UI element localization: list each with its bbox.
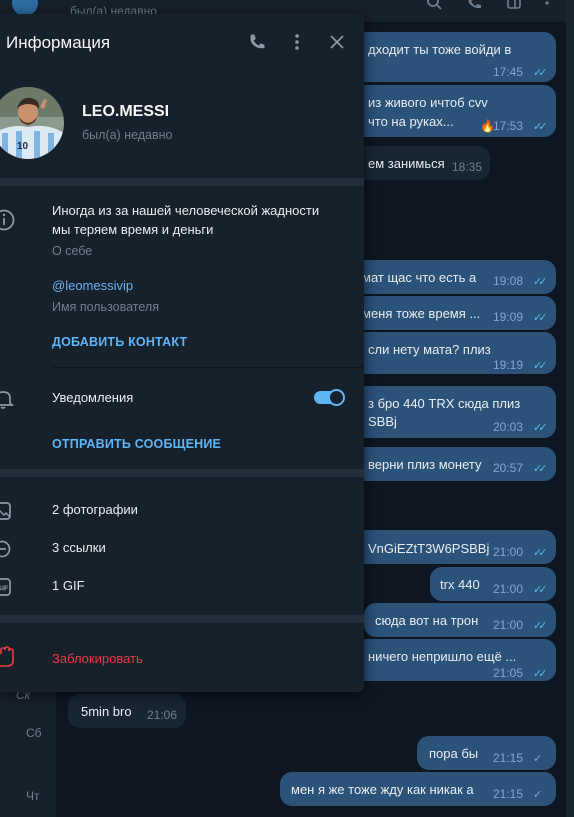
message-text: пора бы xyxy=(429,746,479,761)
info-panel: Информация 10 LEO.MESSI был(а) недавно И… xyxy=(0,14,364,692)
bio-text-line1: Иногда из за нашей человеческой жадности xyxy=(52,203,320,218)
read-check-icon: ✓✓ xyxy=(533,463,548,475)
svg-text:10: 10 xyxy=(17,141,29,152)
read-check-icon: ✓✓ xyxy=(533,620,548,632)
avatar[interactable]: 10 xyxy=(0,87,64,159)
sent-check-icon: ✓ xyxy=(533,789,542,801)
message-text: дходит ты тоже войди в xyxy=(368,42,512,57)
message-time: 21:00 xyxy=(493,582,524,596)
add-contact-button[interactable]: ДОБАВИТЬ КОНТАКТ xyxy=(52,335,187,349)
message-time: 19:09 xyxy=(493,310,524,324)
toggle-knob xyxy=(328,389,345,406)
day-label-thu: Чт xyxy=(26,789,40,803)
sent-check-icon: ✓ xyxy=(533,753,542,765)
message-text: ничего непришло ещё ... xyxy=(368,649,517,664)
message-bubble[interactable]: пора бы 21:15 ✓ xyxy=(417,736,556,770)
contact-name: LEO.MESSI xyxy=(82,103,170,120)
read-check-icon: ✓✓ xyxy=(533,121,548,133)
menu-icon[interactable] xyxy=(542,0,552,10)
scrollbar[interactable] xyxy=(566,0,574,817)
more-options-icon[interactable] xyxy=(290,33,304,51)
search-icon[interactable] xyxy=(426,0,442,10)
read-check-icon: ✓✓ xyxy=(533,547,548,559)
gif-item[interactable]: 1 GIF xyxy=(52,578,85,593)
section-divider xyxy=(0,469,364,477)
message-text-line2: SBBj xyxy=(368,414,397,429)
contact-status: был(а) недавно xyxy=(82,128,173,142)
read-check-icon: ✓✓ xyxy=(533,276,548,288)
message-bubble[interactable]: сюда вот на трон 21:00 ✓✓ xyxy=(364,603,556,637)
call-icon[interactable] xyxy=(248,33,266,51)
message-text: ем занимься xyxy=(368,156,445,171)
block-button[interactable]: Заблокировать xyxy=(52,651,143,666)
message-text: VnGiEZtT3W6PSBBj xyxy=(368,541,490,556)
message-text: меня тоже время ... xyxy=(362,306,481,321)
info-icon xyxy=(0,209,15,231)
call-icon[interactable] xyxy=(466,0,482,10)
message-text: trx 440 xyxy=(440,577,480,592)
message-text: мат щас что есть а xyxy=(362,270,477,285)
section-divider xyxy=(0,615,364,623)
message-text: 5min bro xyxy=(81,704,132,719)
day-label-sat: Сб xyxy=(26,726,42,740)
message-time: 21:00 xyxy=(493,618,524,632)
message-text: сли нету мата? плиз xyxy=(368,342,491,357)
message-bubble[interactable]: 5min bro 21:06 xyxy=(68,694,186,728)
gif-icon: GIF xyxy=(0,578,11,596)
message-time: 21:05 xyxy=(493,666,524,680)
svg-text:GIF: GIF xyxy=(0,586,9,593)
message-text-line2: что на руках... xyxy=(368,114,454,129)
message-time: 21:15 xyxy=(493,751,524,765)
bell-icon xyxy=(0,391,14,409)
read-check-icon: ✓✓ xyxy=(533,312,548,324)
message-bubble[interactable]: мен я же тоже жду как никак а 21:15 ✓ xyxy=(280,772,556,806)
message-text: сюда вот на трон xyxy=(375,613,479,628)
message-text: верни плиз монету xyxy=(368,457,482,472)
link-icon xyxy=(0,540,11,558)
message-text: из живого ичтоб cvv xyxy=(368,95,488,110)
message-bubble[interactable]: trx 440 21:00 ✓✓ xyxy=(430,567,556,601)
links-item[interactable]: 3 ссылки xyxy=(52,540,106,555)
bio-text-line2: мы теряем время и деньги xyxy=(52,222,214,237)
read-check-icon: ✓✓ xyxy=(533,67,548,79)
username-label: Имя пользователя xyxy=(52,300,159,314)
read-check-icon: ✓✓ xyxy=(533,360,548,372)
section-divider xyxy=(0,178,364,186)
username-link[interactable]: @leomessivip xyxy=(52,278,133,293)
panel-title: Информация xyxy=(6,33,111,52)
message-time: 20:57 xyxy=(493,461,524,475)
message-time: 17:45 xyxy=(493,65,524,79)
message-time: 19:08 xyxy=(493,274,524,288)
read-check-icon: ✓✓ xyxy=(533,584,548,596)
notifications-label: Уведомления xyxy=(52,390,134,405)
send-message-button[interactable]: ОТПРАВИТЬ СООБЩЕНИЕ xyxy=(52,437,221,451)
message-text: з бро 440 TRX сюда плиз xyxy=(368,396,521,411)
message-time: 21:15 xyxy=(493,787,524,801)
close-icon[interactable] xyxy=(329,34,345,50)
read-check-icon: ✓✓ xyxy=(533,668,548,680)
photo-icon xyxy=(0,502,11,520)
message-time: 17:53 xyxy=(493,119,524,133)
notifications-toggle[interactable] xyxy=(314,389,345,406)
read-check-icon: ✓✓ xyxy=(533,422,548,434)
divider xyxy=(52,367,364,368)
photos-item[interactable]: 2 фотографии xyxy=(52,502,138,517)
bio-label: О себе xyxy=(52,244,93,258)
sidebar-toggle-icon[interactable] xyxy=(506,0,522,10)
message-time: 21:00 xyxy=(493,545,524,559)
message-time: 20:03 xyxy=(493,420,524,434)
message-time: 19:19 xyxy=(493,358,524,372)
message-time: 21:06 xyxy=(147,708,178,722)
block-hand-icon xyxy=(0,646,14,667)
message-text: мен я же тоже жду как никак а xyxy=(291,782,474,797)
message-time: 18:35 xyxy=(452,160,483,174)
